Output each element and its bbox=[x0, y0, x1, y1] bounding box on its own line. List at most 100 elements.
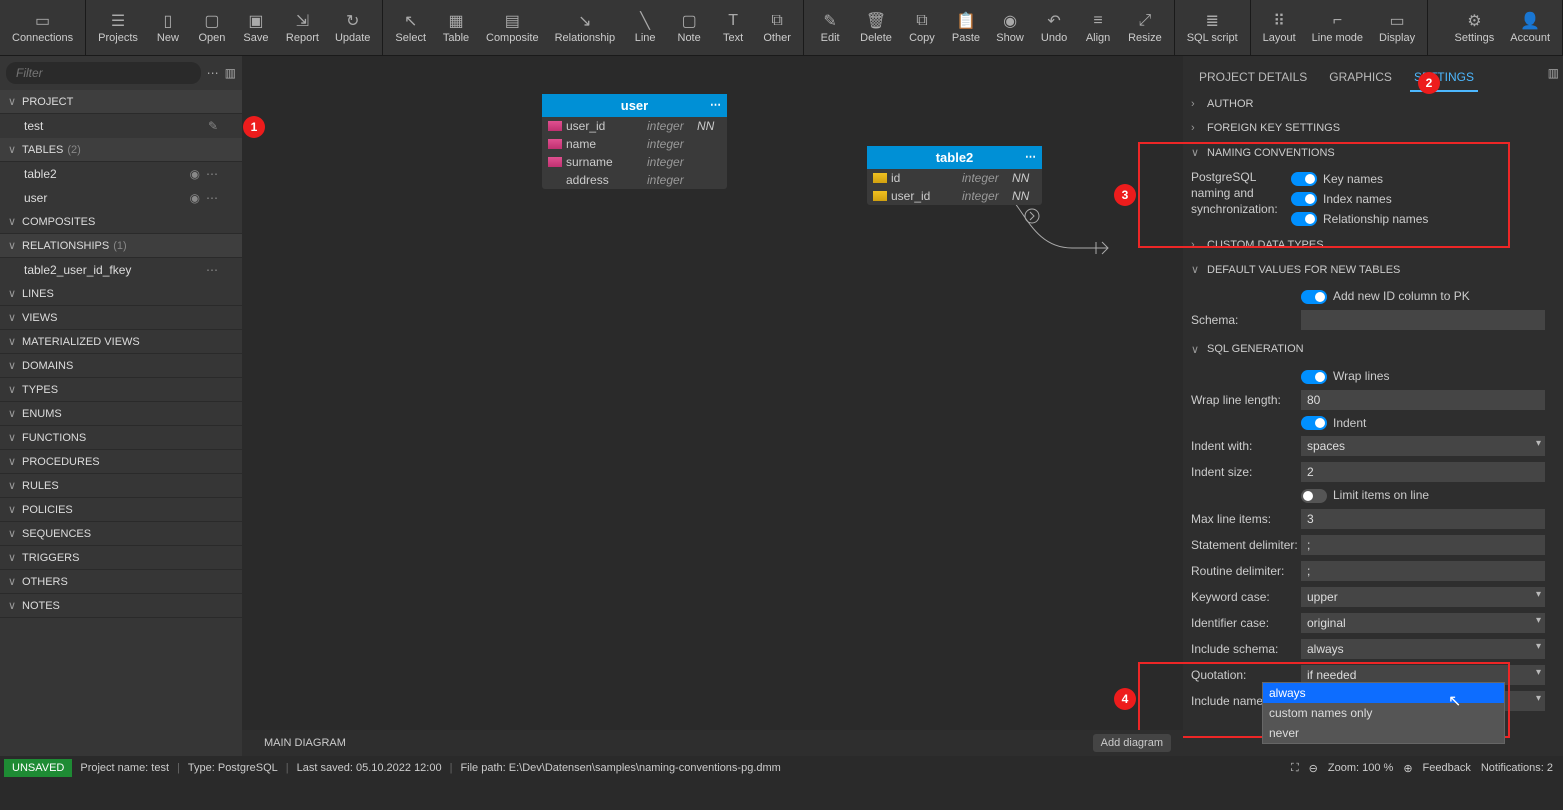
open-button[interactable]: ▢Open bbox=[190, 0, 234, 55]
more-icon[interactable]: ⋯ bbox=[206, 167, 218, 181]
more-icon[interactable]: ⋯ bbox=[206, 263, 218, 277]
toggle-indent[interactable] bbox=[1301, 416, 1327, 430]
mviews-section[interactable]: ∨MATERIALIZED VIEWS bbox=[0, 330, 242, 354]
relationship-button[interactable]: ↘Relationship bbox=[547, 0, 624, 55]
sqlgen-section[interactable]: ∨SQL GENERATION bbox=[1183, 337, 1553, 362]
toggle-relationship-names[interactable] bbox=[1291, 212, 1317, 226]
align-button[interactable]: ≡Align bbox=[1076, 0, 1120, 55]
table-button[interactable]: ▦Table bbox=[434, 0, 478, 55]
triggers-section[interactable]: ∨TRIGGERS bbox=[0, 546, 242, 570]
indent-size-input[interactable] bbox=[1301, 462, 1545, 482]
linemode-button[interactable]: ⌐Line mode bbox=[1304, 0, 1371, 55]
author-section[interactable]: ›AUTHOR bbox=[1183, 92, 1553, 116]
table-user[interactable]: user ⋯ user_idintegerNNnameintegersurnam… bbox=[542, 94, 727, 189]
filter-more-button[interactable]: ⋯ bbox=[207, 66, 219, 80]
kw-case-select[interactable]: upper bbox=[1301, 587, 1545, 607]
toggle-panel-icon[interactable]: ▥ bbox=[225, 66, 236, 80]
sequences-section[interactable]: ∨SEQUENCES bbox=[0, 522, 242, 546]
tab-project-details[interactable]: PROJECT DETAILS bbox=[1195, 64, 1311, 92]
column-row[interactable]: idintegerNN bbox=[867, 169, 1042, 187]
table-table2-header[interactable]: table2 ⋯ bbox=[867, 146, 1042, 169]
filter-input[interactable] bbox=[6, 62, 201, 84]
resize-button[interactable]: ⤢Resize bbox=[1120, 0, 1170, 55]
show-button[interactable]: ◉Show bbox=[988, 0, 1032, 55]
domains-section[interactable]: ∨DOMAINS bbox=[0, 354, 242, 378]
column-row[interactable]: surnameinteger bbox=[542, 153, 727, 171]
add-diagram-button[interactable]: Add diagram bbox=[1093, 734, 1171, 752]
stmt-delim-input[interactable] bbox=[1301, 535, 1545, 555]
tables-section[interactable]: ∨TABLES(2) bbox=[0, 138, 242, 162]
project-item[interactable]: test ✎ bbox=[0, 114, 242, 138]
defaults-section[interactable]: ∨DEFAULT VALUES FOR NEW TABLES bbox=[1183, 257, 1553, 282]
naming-section[interactable]: ∨NAMING CONVENTIONS bbox=[1183, 140, 1553, 165]
toggle-limit-items[interactable] bbox=[1301, 489, 1327, 503]
select-button[interactable]: ↖Select bbox=[387, 0, 434, 55]
rules-section[interactable]: ∨RULES bbox=[0, 474, 242, 498]
relationship-item[interactable]: table2_user_id_fkey⋯ bbox=[0, 258, 242, 282]
table-menu-icon[interactable]: ⋯ bbox=[710, 98, 721, 111]
project-section[interactable]: ∨PROJECT bbox=[0, 90, 242, 114]
composites-section[interactable]: ∨COMPOSITES bbox=[0, 210, 242, 234]
connections-button[interactable]: ▭ Connections bbox=[4, 0, 81, 55]
column-row[interactable]: user_idintegerNN bbox=[867, 187, 1042, 205]
tab-main-diagram[interactable]: MAIN DIAGRAM bbox=[254, 733, 356, 753]
column-row[interactable]: nameinteger bbox=[542, 135, 727, 153]
dropdown-option-always[interactable]: always bbox=[1263, 683, 1504, 703]
column-row[interactable]: addressinteger bbox=[542, 171, 727, 189]
update-button[interactable]: ↻Update bbox=[327, 0, 378, 55]
feedback-link[interactable]: Feedback bbox=[1423, 762, 1471, 774]
table-item-user[interactable]: user◉⋯ bbox=[0, 186, 242, 210]
notes-section[interactable]: ∨NOTES bbox=[0, 594, 242, 618]
column-row[interactable]: user_idintegerNN bbox=[542, 117, 727, 135]
other-button[interactable]: ⧉Other bbox=[755, 0, 799, 55]
more-icon[interactable]: ⋯ bbox=[206, 191, 218, 205]
settings-button[interactable]: ⚙Settings bbox=[1447, 0, 1503, 55]
toggle-key-names[interactable] bbox=[1291, 172, 1317, 186]
tab-graphics[interactable]: GRAPHICS bbox=[1325, 64, 1396, 92]
table-table2[interactable]: table2 ⋯ idintegerNNuser_idintegerNN bbox=[867, 146, 1042, 205]
diagram-canvas[interactable]: user ⋯ user_idintegerNNnameintegersurnam… bbox=[242, 56, 1183, 756]
eye-icon[interactable]: ◉ bbox=[190, 167, 200, 181]
line-button[interactable]: ╲Line bbox=[623, 0, 667, 55]
undo-button[interactable]: ↶Undo bbox=[1032, 0, 1076, 55]
toggle-add-newid[interactable] bbox=[1301, 290, 1327, 304]
schema-input[interactable] bbox=[1301, 310, 1545, 330]
copy-button[interactable]: ⧉Copy bbox=[900, 0, 944, 55]
display-button[interactable]: ▭Display bbox=[1371, 0, 1423, 55]
edit-pencil-icon[interactable]: ✎ bbox=[208, 119, 218, 133]
policies-section[interactable]: ∨POLICIES bbox=[0, 498, 242, 522]
table-menu-icon[interactable]: ⋯ bbox=[1025, 150, 1036, 163]
id-case-select[interactable]: original bbox=[1301, 613, 1545, 633]
lines-section[interactable]: ∨LINES bbox=[0, 282, 242, 306]
panel-toggle-icon[interactable]: ▥ bbox=[1548, 66, 1559, 80]
new-button[interactable]: ▯New bbox=[146, 0, 190, 55]
max-items-input[interactable] bbox=[1301, 509, 1545, 529]
dropdown-option-custom[interactable]: custom names only bbox=[1263, 703, 1504, 723]
account-button[interactable]: 👤Account bbox=[1502, 0, 1558, 55]
sqlscript-button[interactable]: ≣SQL script bbox=[1179, 0, 1246, 55]
zoom-out-icon[interactable]: ⊖ bbox=[1309, 762, 1318, 775]
views-section[interactable]: ∨VIEWS bbox=[0, 306, 242, 330]
notifications-link[interactable]: Notifications: 2 bbox=[1481, 762, 1553, 774]
routine-delim-input[interactable] bbox=[1301, 561, 1545, 581]
relationships-section[interactable]: ∨RELATIONSHIPS(1) bbox=[0, 234, 242, 258]
save-button[interactable]: ▣Save bbox=[234, 0, 278, 55]
projects-button[interactable]: ☰Projects bbox=[90, 0, 146, 55]
text-button[interactable]: TText bbox=[711, 0, 755, 55]
report-button[interactable]: ⇲Report bbox=[278, 0, 327, 55]
others-section[interactable]: ∨OTHERS bbox=[0, 570, 242, 594]
table-item-table2[interactable]: table2◉⋯ bbox=[0, 162, 242, 186]
wrap-len-input[interactable] bbox=[1301, 390, 1545, 410]
custom-types-section[interactable]: ›CUSTOM DATA TYPES bbox=[1183, 233, 1553, 257]
types-section[interactable]: ∨TYPES bbox=[0, 378, 242, 402]
composite-button[interactable]: ▤Composite bbox=[478, 0, 547, 55]
table-user-header[interactable]: user ⋯ bbox=[542, 94, 727, 117]
inc-schema-select[interactable]: always bbox=[1301, 639, 1545, 659]
functions-section[interactable]: ∨FUNCTIONS bbox=[0, 426, 242, 450]
fullscreen-icon[interactable]: ⛶ bbox=[1291, 762, 1299, 775]
delete-button[interactable]: 🗑Delete bbox=[852, 0, 900, 55]
layout-button[interactable]: ⠿Layout bbox=[1255, 0, 1304, 55]
toggle-wrap-lines[interactable] bbox=[1301, 370, 1327, 384]
note-button[interactable]: ▢Note bbox=[667, 0, 711, 55]
indent-with-select[interactable]: spaces bbox=[1301, 436, 1545, 456]
